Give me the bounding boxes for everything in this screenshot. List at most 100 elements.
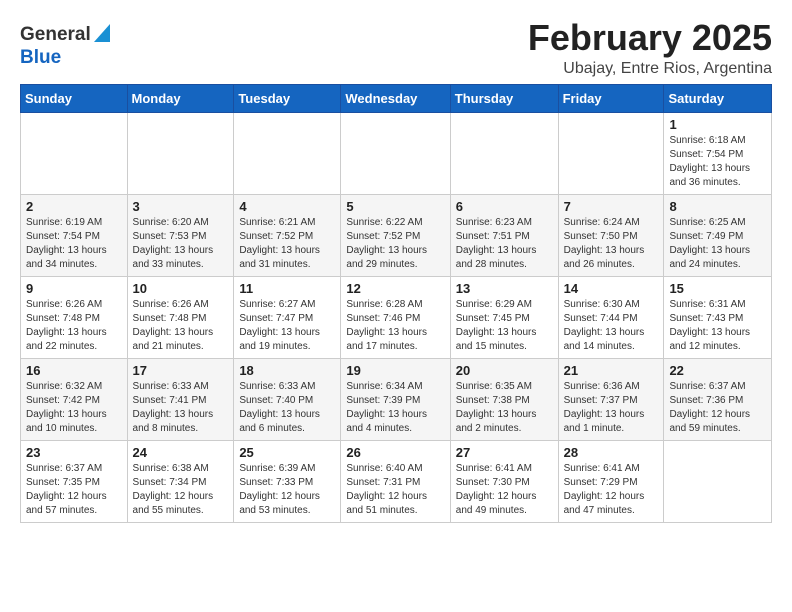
calendar-cell: 2 Sunrise: 6:19 AM Sunset: 7:54 PM Daylig… xyxy=(21,194,128,276)
day-info: Sunrise: 6:39 AM Sunset: 7:33 PM Dayligh… xyxy=(239,462,335,518)
col-monday: Monday xyxy=(127,84,234,112)
calendar-cell: 21 Sunrise: 6:36 AM Sunset: 7:37 PM Dayli… xyxy=(558,358,664,440)
calendar-cell: 26 Sunrise: 6:40 AM Sunset: 7:31 PM Dayli… xyxy=(341,440,450,522)
day-info: Sunrise: 6:38 AM Sunset: 7:34 PM Dayligh… xyxy=(133,462,229,518)
calendar-cell xyxy=(21,112,128,194)
day-info: Sunrise: 6:30 AM Sunset: 7:44 PM Dayligh… xyxy=(564,298,659,354)
calendar-cell: 24 Sunrise: 6:38 AM Sunset: 7:34 PM Dayli… xyxy=(127,440,234,522)
calendar-cell xyxy=(664,440,772,522)
calendar-cell: 13 Sunrise: 6:29 AM Sunset: 7:45 PM Dayli… xyxy=(450,276,558,358)
calendar-cell: 27 Sunrise: 6:41 AM Sunset: 7:30 PM Dayli… xyxy=(450,440,558,522)
logo-triangle-icon xyxy=(94,24,110,47)
day-info: Sunrise: 6:37 AM Sunset: 7:35 PM Dayligh… xyxy=(26,462,122,518)
day-info: Sunrise: 6:36 AM Sunset: 7:37 PM Dayligh… xyxy=(564,380,659,436)
day-info: Sunrise: 6:22 AM Sunset: 7:52 PM Dayligh… xyxy=(346,216,444,272)
col-wednesday: Wednesday xyxy=(341,84,450,112)
day-info: Sunrise: 6:20 AM Sunset: 7:53 PM Dayligh… xyxy=(133,216,229,272)
calendar-cell xyxy=(558,112,664,194)
day-number: 1 xyxy=(669,117,766,132)
day-info: Sunrise: 6:33 AM Sunset: 7:40 PM Dayligh… xyxy=(239,380,335,436)
calendar-cell: 17 Sunrise: 6:33 AM Sunset: 7:41 PM Dayli… xyxy=(127,358,234,440)
calendar-cell xyxy=(341,112,450,194)
day-info: Sunrise: 6:34 AM Sunset: 7:39 PM Dayligh… xyxy=(346,380,444,436)
day-info: Sunrise: 6:40 AM Sunset: 7:31 PM Dayligh… xyxy=(346,462,444,518)
day-info: Sunrise: 6:31 AM Sunset: 7:43 PM Dayligh… xyxy=(669,298,766,354)
calendar-week-row: 23Sunrise: 6:37 AM Sunset: 7:35 PM Dayli… xyxy=(21,440,772,522)
page: General Blue February 2025 Ubajay, Entre… xyxy=(0,0,792,533)
calendar-cell: 22 Sunrise: 6:37 AM Sunset: 7:36 PM Dayli… xyxy=(664,358,772,440)
day-number: 11 xyxy=(239,281,335,296)
day-info: Sunrise: 6:26 AM Sunset: 7:48 PM Dayligh… xyxy=(133,298,229,354)
calendar-cell: 28Sunrise: 6:41 AM Sunset: 7:29 PM Dayli… xyxy=(558,440,664,522)
day-info: Sunrise: 6:24 AM Sunset: 7:50 PM Dayligh… xyxy=(564,216,659,272)
col-thursday: Thursday xyxy=(450,84,558,112)
day-number: 4 xyxy=(239,199,335,214)
calendar-week-row: 9 Sunrise: 6:26 AM Sunset: 7:48 PM Daylig… xyxy=(21,276,772,358)
calendar-week-row: 1 Sunrise: 6:18 AM Sunset: 7:54 PM Daylig… xyxy=(21,112,772,194)
calendar-cell: 10 Sunrise: 6:26 AM Sunset: 7:48 PM Dayli… xyxy=(127,276,234,358)
calendar-cell: 12Sunrise: 6:28 AM Sunset: 7:46 PM Dayli… xyxy=(341,276,450,358)
col-saturday: Saturday xyxy=(664,84,772,112)
day-number: 9 xyxy=(26,281,122,296)
day-number: 2 xyxy=(26,199,122,214)
day-number: 21 xyxy=(564,363,659,378)
day-info: Sunrise: 6:25 AM Sunset: 7:49 PM Dayligh… xyxy=(669,216,766,272)
day-number: 28 xyxy=(564,445,659,460)
col-sunday: Sunday xyxy=(21,84,128,112)
day-number: 25 xyxy=(239,445,335,460)
calendar-table: Sunday Monday Tuesday Wednesday Thursday… xyxy=(20,84,772,523)
calendar-cell: 16Sunrise: 6:32 AM Sunset: 7:42 PM Dayli… xyxy=(21,358,128,440)
calendar-cell: 5 Sunrise: 6:22 AM Sunset: 7:52 PM Daylig… xyxy=(341,194,450,276)
calendar-week-row: 2 Sunrise: 6:19 AM Sunset: 7:54 PM Daylig… xyxy=(21,194,772,276)
day-number: 27 xyxy=(456,445,553,460)
calendar-cell: 25 Sunrise: 6:39 AM Sunset: 7:33 PM Dayli… xyxy=(234,440,341,522)
day-number: 5 xyxy=(346,199,444,214)
day-info: Sunrise: 6:19 AM Sunset: 7:54 PM Dayligh… xyxy=(26,216,122,272)
day-number: 26 xyxy=(346,445,444,460)
day-info: Sunrise: 6:26 AM Sunset: 7:48 PM Dayligh… xyxy=(26,298,122,354)
calendar-cell: 1 Sunrise: 6:18 AM Sunset: 7:54 PM Daylig… xyxy=(664,112,772,194)
day-info: Sunrise: 6:21 AM Sunset: 7:52 PM Dayligh… xyxy=(239,216,335,272)
day-info: Sunrise: 6:28 AM Sunset: 7:46 PM Dayligh… xyxy=(346,298,444,354)
calendar-cell: 9 Sunrise: 6:26 AM Sunset: 7:48 PM Daylig… xyxy=(21,276,128,358)
day-number: 15 xyxy=(669,281,766,296)
day-info: Sunrise: 6:27 AM Sunset: 7:47 PM Dayligh… xyxy=(239,298,335,354)
day-info: Sunrise: 6:37 AM Sunset: 7:36 PM Dayligh… xyxy=(669,380,766,436)
calendar-cell xyxy=(450,112,558,194)
col-tuesday: Tuesday xyxy=(234,84,341,112)
calendar-cell: 4 Sunrise: 6:21 AM Sunset: 7:52 PM Daylig… xyxy=(234,194,341,276)
day-info: Sunrise: 6:33 AM Sunset: 7:41 PM Dayligh… xyxy=(133,380,229,436)
col-friday: Friday xyxy=(558,84,664,112)
logo-general: General xyxy=(20,24,91,46)
day-number: 8 xyxy=(669,199,766,214)
day-info: Sunrise: 6:29 AM Sunset: 7:45 PM Dayligh… xyxy=(456,298,553,354)
calendar-title: February 2025 xyxy=(528,18,772,58)
day-number: 13 xyxy=(456,281,553,296)
calendar-cell: 14Sunrise: 6:30 AM Sunset: 7:44 PM Dayli… xyxy=(558,276,664,358)
calendar-cell: 23Sunrise: 6:37 AM Sunset: 7:35 PM Dayli… xyxy=(21,440,128,522)
day-number: 20 xyxy=(456,363,553,378)
calendar-cell: 3 Sunrise: 6:20 AM Sunset: 7:53 PM Daylig… xyxy=(127,194,234,276)
day-number: 17 xyxy=(133,363,229,378)
day-info: Sunrise: 6:18 AM Sunset: 7:54 PM Dayligh… xyxy=(669,134,766,190)
day-number: 18 xyxy=(239,363,335,378)
day-info: Sunrise: 6:23 AM Sunset: 7:51 PM Dayligh… xyxy=(456,216,553,272)
day-info: Sunrise: 6:41 AM Sunset: 7:30 PM Dayligh… xyxy=(456,462,553,518)
day-info: Sunrise: 6:35 AM Sunset: 7:38 PM Dayligh… xyxy=(456,380,553,436)
header: General Blue February 2025 Ubajay, Entre… xyxy=(20,18,772,78)
day-number: 16 xyxy=(26,363,122,378)
calendar-cell: 8 Sunrise: 6:25 AM Sunset: 7:49 PM Daylig… xyxy=(664,194,772,276)
calendar-cell: 11 Sunrise: 6:27 AM Sunset: 7:47 PM Dayli… xyxy=(234,276,341,358)
day-number: 7 xyxy=(564,199,659,214)
day-number: 3 xyxy=(133,199,229,214)
day-number: 6 xyxy=(456,199,553,214)
logo: General Blue xyxy=(20,22,110,69)
day-number: 24 xyxy=(133,445,229,460)
calendar-week-row: 16Sunrise: 6:32 AM Sunset: 7:42 PM Dayli… xyxy=(21,358,772,440)
logo-blue: Blue xyxy=(20,47,61,68)
calendar-header-row: Sunday Monday Tuesday Wednesday Thursday… xyxy=(21,84,772,112)
day-number: 22 xyxy=(669,363,766,378)
calendar-location: Ubajay, Entre Rios, Argentina xyxy=(528,60,772,78)
calendar-cell: 7 Sunrise: 6:24 AM Sunset: 7:50 PM Daylig… xyxy=(558,194,664,276)
day-number: 10 xyxy=(133,281,229,296)
